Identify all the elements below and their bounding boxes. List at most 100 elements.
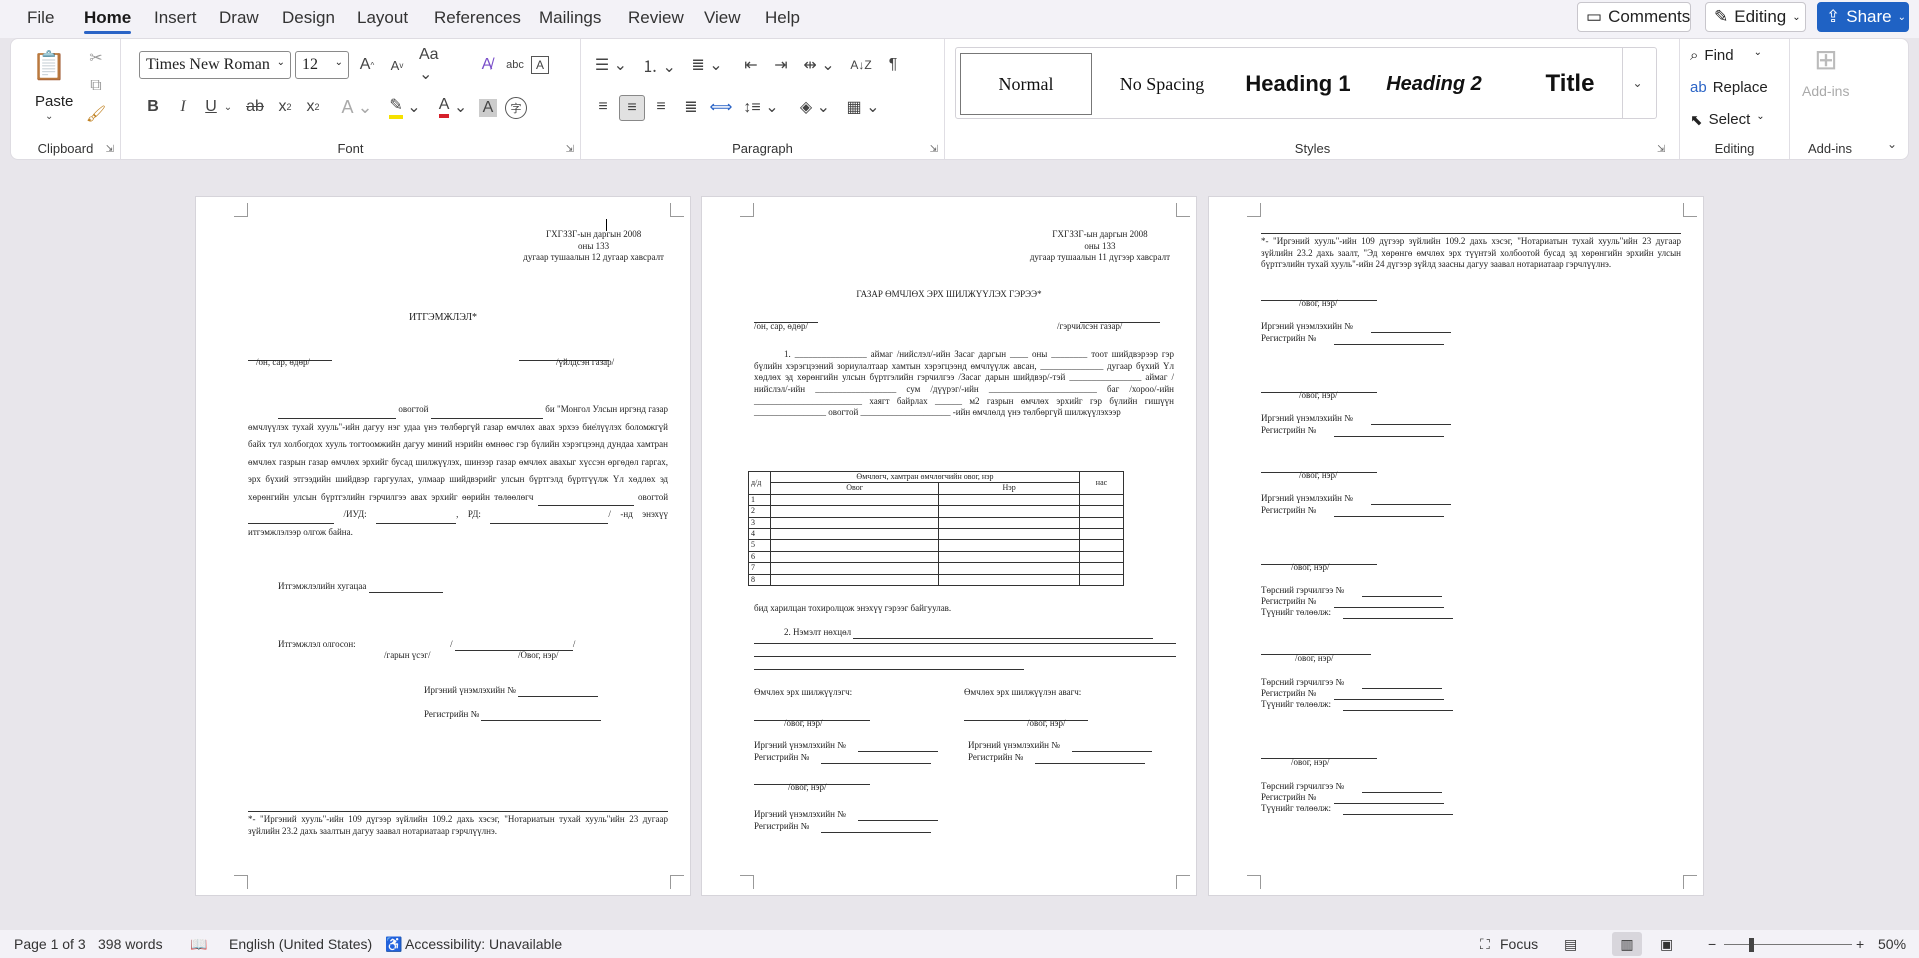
zoom-slider[interactable] xyxy=(1724,944,1852,945)
menu-file[interactable]: File xyxy=(27,8,54,28)
blank-line[interactable] xyxy=(754,669,1024,670)
blank-line[interactable] xyxy=(1343,617,1454,619)
grow-font-icon[interactable]: A ^ xyxy=(355,53,379,77)
style-title[interactable]: Title xyxy=(1504,53,1636,115)
replace-button[interactable]: ab Replace xyxy=(1690,79,1768,96)
table-row[interactable]: 6 xyxy=(748,550,1124,564)
blank-line[interactable] xyxy=(853,637,1154,639)
blank-line[interactable] xyxy=(964,719,1088,721)
underline-icon[interactable]: U xyxy=(199,95,223,119)
align-left-icon[interactable]: ≡ xyxy=(591,95,615,119)
find-button[interactable]: ⌕ Find ⌄ xyxy=(1690,47,1762,64)
align-right-icon[interactable]: ≡ xyxy=(649,95,673,119)
table-row[interactable]: 4 xyxy=(748,527,1124,541)
menu-review[interactable]: Review xyxy=(628,8,684,28)
line-spacing-icon[interactable]: ↕≡ ⌄ xyxy=(741,95,781,119)
text-effects-icon[interactable]: A ⌄ xyxy=(339,95,375,119)
blank-line[interactable] xyxy=(821,762,932,764)
blank-line[interactable] xyxy=(537,505,634,507)
table-row[interactable]: 7 xyxy=(748,562,1124,575)
blank-line[interactable] xyxy=(1334,435,1445,437)
blank-line[interactable] xyxy=(1343,813,1454,815)
table-row[interactable]: 5 xyxy=(748,539,1124,552)
zoom-out-icon[interactable]: − xyxy=(1708,936,1716,952)
menu-design[interactable]: Design xyxy=(282,8,335,28)
blank-line[interactable] xyxy=(490,522,609,524)
menu-view[interactable]: View xyxy=(704,8,741,28)
addins-icon[interactable]: ⊞ xyxy=(1808,41,1844,77)
menu-references[interactable]: References xyxy=(434,8,521,28)
italic-icon[interactable]: I xyxy=(171,95,195,119)
style-normal[interactable]: Normal xyxy=(960,53,1092,115)
paste-icon[interactable]: 📋 xyxy=(31,45,67,85)
menu-help[interactable]: Help xyxy=(765,8,800,28)
show-formatting-icon[interactable]: ¶ xyxy=(881,53,905,77)
blank-line[interactable] xyxy=(248,522,334,524)
blank-line[interactable] xyxy=(376,522,457,524)
style-heading-1[interactable]: Heading 1 xyxy=(1232,53,1364,115)
menu-home[interactable]: Home xyxy=(84,8,132,34)
blank-line[interactable] xyxy=(430,417,543,419)
collapse-ribbon-icon[interactable]: ⌄ xyxy=(1883,135,1901,153)
numbering-icon[interactable]: ⒈ ⌄ xyxy=(639,53,679,77)
character-border-icon[interactable]: A xyxy=(531,56,549,74)
style-no-spacing[interactable]: No Spacing xyxy=(1096,53,1228,115)
increase-indent-icon[interactable]: ⇥ xyxy=(769,53,793,77)
font-color-icon[interactable]: A ⌄ xyxy=(433,95,473,119)
table-row[interactable]: 3 xyxy=(748,516,1124,529)
superscript-icon[interactable]: x2 xyxy=(301,95,325,119)
font-size-input[interactable]: 12 ⌄ xyxy=(295,51,349,79)
clear-formatting-icon[interactable]: A̸ xyxy=(475,53,499,77)
shading-icon[interactable]: A xyxy=(479,99,497,117)
chevron-down-icon[interactable]: ⌄ xyxy=(335,57,343,68)
blank-line[interactable] xyxy=(821,831,932,833)
print-layout-icon[interactable]: ▥ xyxy=(1612,932,1642,956)
bold-icon[interactable]: B xyxy=(141,95,165,119)
styles-more-icon[interactable]: ⌄ xyxy=(1622,47,1652,119)
paste-label[interactable]: Paste xyxy=(35,93,73,110)
align-center-icon[interactable]: ≡ xyxy=(619,95,645,121)
dialog-launcher-icon[interactable]: ⇲ xyxy=(566,144,574,155)
font-name-input[interactable]: Times New Roman ⌄ xyxy=(139,51,291,79)
page-count[interactable]: Page 1 of 3 xyxy=(14,936,86,952)
shrink-font-icon[interactable]: Av xyxy=(385,53,409,77)
subscript-icon[interactable]: x2 xyxy=(273,95,297,119)
focus-label[interactable]: Focus xyxy=(1500,936,1538,952)
style-heading-2[interactable]: Heading 2 xyxy=(1368,53,1500,115)
menu-draw[interactable]: Draw xyxy=(219,8,259,28)
accessibility-status[interactable]: Accessibility: Unavailable xyxy=(405,936,562,952)
bullets-icon[interactable]: ☰ ⌄ xyxy=(591,53,631,77)
dialog-launcher-icon[interactable]: ⇲ xyxy=(930,144,938,155)
highlight-color-icon[interactable]: ✎ ⌄ xyxy=(385,95,425,119)
comments-button[interactable]: ▭ Comments xyxy=(1577,2,1691,32)
phonetic-guide-icon[interactable]: abc xyxy=(503,53,527,77)
shading-bucket-icon[interactable]: ◈ ⌄ xyxy=(795,95,835,119)
web-layout-icon[interactable]: ▣ xyxy=(1660,936,1673,953)
editing-mode-button[interactable]: ✎ Editing ⌄ xyxy=(1705,2,1806,32)
select-button[interactable]: ⬉ Select ⌄ xyxy=(1690,111,1765,129)
table-row[interactable]: 1 xyxy=(748,493,1124,507)
blank-line[interactable] xyxy=(481,719,602,721)
focus-icon[interactable]: ⛶ xyxy=(1480,936,1490,953)
justify-icon[interactable]: ≣ xyxy=(679,95,703,119)
chevron-down-icon[interactable]: ⌄ xyxy=(45,111,53,122)
text-direction-icon[interactable]: ⇹ ⌄ xyxy=(799,53,839,77)
borders-icon[interactable]: ▦ ⌄ xyxy=(843,95,883,119)
blank-line[interactable] xyxy=(1334,343,1445,345)
word-count[interactable]: 398 words xyxy=(98,936,163,952)
multilevel-list-icon[interactable]: ≣ ⌄ xyxy=(687,53,727,77)
language[interactable]: English (United States) xyxy=(229,936,372,952)
table-row[interactable]: 2 xyxy=(748,505,1124,518)
read-mode-icon[interactable]: ▤ xyxy=(1564,936,1577,953)
change-case-icon[interactable]: Aa ⌄ xyxy=(419,46,453,83)
menu-mailings[interactable]: Mailings xyxy=(539,8,601,28)
sort-icon[interactable]: A↓Z xyxy=(849,53,873,77)
blank-line[interactable] xyxy=(518,695,599,697)
page-1[interactable]: ГХГЗЗГ-ын даргын 2008 оны 133 дугаар туш… xyxy=(195,196,691,896)
enclose-characters-icon[interactable]: 字 xyxy=(505,97,527,119)
blank-line[interactable] xyxy=(368,591,443,593)
accessibility-icon[interactable]: ♿ xyxy=(385,936,402,953)
blank-line[interactable] xyxy=(1343,709,1454,711)
dialog-launcher-icon[interactable]: ⇲ xyxy=(106,144,114,155)
decrease-indent-icon[interactable]: ⇤ xyxy=(739,53,763,77)
